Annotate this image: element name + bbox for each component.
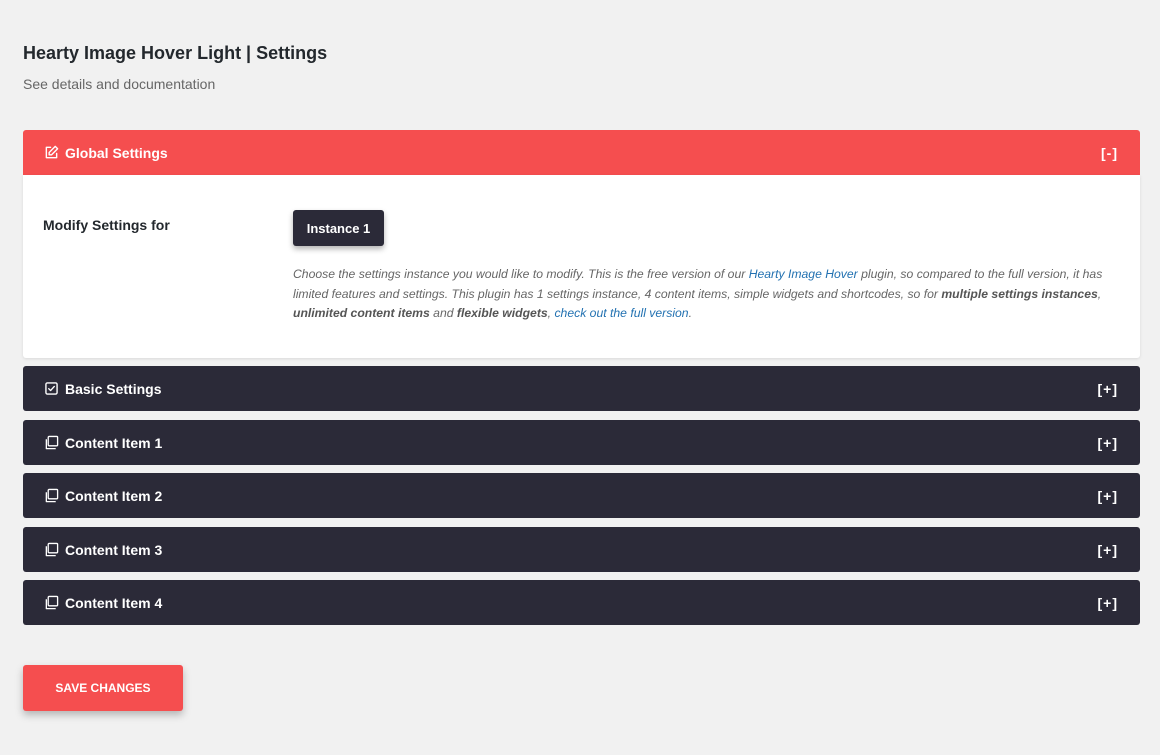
panel-header-content-item-2[interactable]: Content Item 2 [+] (23, 473, 1140, 518)
hearty-image-hover-link[interactable]: Hearty Image Hover (749, 267, 858, 281)
expand-toggle[interactable]: [+] (1098, 488, 1119, 504)
settings-page: Hearty Image Hover Light | Settings See … (0, 0, 1160, 755)
instance-1-button[interactable]: Instance 1 (293, 210, 384, 246)
panel-header-basic-settings[interactable]: Basic Settings [+] (23, 366, 1140, 411)
expand-toggle[interactable]: [+] (1098, 435, 1119, 451)
edit-icon (43, 145, 59, 161)
panel-body-global-settings: Modify Settings for Instance 1 Choose th… (23, 175, 1140, 358)
panel-title: Global Settings (65, 144, 168, 161)
copy-icon (43, 435, 59, 451)
panel-title: Content Item 2 (65, 487, 163, 504)
copy-icon (43, 542, 59, 558)
copy-icon (43, 595, 59, 611)
panel-title-group: Content Item 3 (43, 542, 162, 558)
page-title: Hearty Image Hover Light | Settings (23, 43, 328, 63)
panel-title-group: Content Item 4 (43, 595, 162, 611)
panel-title: Basic Settings (65, 380, 162, 397)
copy-icon (43, 488, 59, 504)
save-changes-button[interactable]: SAVE CHANGES (23, 665, 183, 711)
panel-header-global-settings[interactable]: Global Settings [-] (23, 130, 1140, 175)
panel-title-group: Content Item 1 (43, 435, 162, 451)
panel-title: Content Item 1 (65, 434, 163, 451)
page-subtitle: See details and documentation (23, 76, 216, 92)
panel-header-content-item-4[interactable]: Content Item 4 [+] (23, 580, 1140, 625)
panel-title: Content Item 3 (65, 541, 163, 558)
field-label-modify-settings: Modify Settings for (43, 217, 170, 233)
panel-title-group: Global Settings (43, 145, 168, 161)
panel-title: Content Item 4 (65, 594, 163, 611)
expand-toggle[interactable]: [+] (1098, 542, 1119, 558)
full-version-link[interactable]: check out the full version (554, 306, 688, 320)
settings-description: Choose the settings instance you would l… (293, 267, 1103, 320)
checkbox-icon (43, 381, 59, 397)
panel-header-content-item-3[interactable]: Content Item 3 [+] (23, 527, 1140, 572)
expand-toggle[interactable]: [+] (1098, 595, 1119, 611)
panel-header-content-item-1[interactable]: Content Item 1 [+] (23, 420, 1140, 465)
panel-title-group: Content Item 2 (43, 488, 162, 504)
panel-title-group: Basic Settings (43, 381, 161, 397)
collapse-toggle[interactable]: [-] (1101, 145, 1118, 161)
expand-toggle[interactable]: [+] (1098, 381, 1119, 397)
